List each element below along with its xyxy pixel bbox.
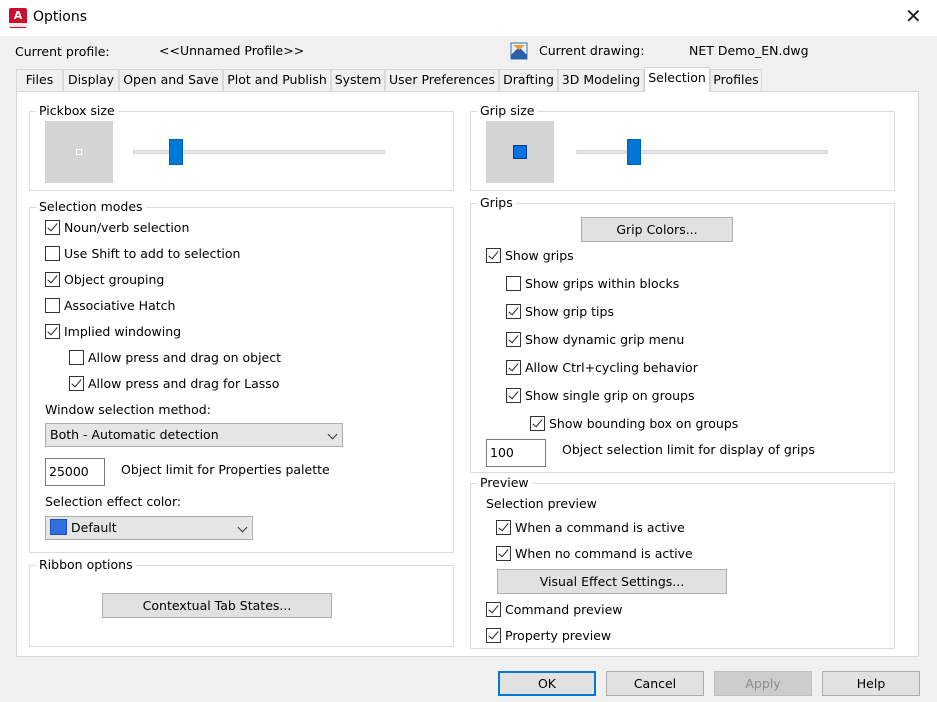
- ctrl-cycling-checkbox[interactable]: [506, 360, 521, 375]
- current-drawing-label: Current drawing:: [539, 43, 645, 58]
- contextual-tab-states-button[interactable]: Contextual Tab States...: [102, 593, 332, 618]
- associative-hatch-label: Associative Hatch: [64, 298, 176, 313]
- single-grip-groups-label: Show single grip on groups: [525, 388, 695, 403]
- grips-within-blocks-label: Show grips within blocks: [525, 276, 680, 291]
- show-grips-label: Show grips: [505, 248, 574, 263]
- command-preview-label: Command preview: [505, 602, 623, 617]
- window-method-label: Window selection method:: [45, 402, 211, 417]
- grip-tips-checkbox[interactable]: [506, 304, 521, 319]
- effect-color-select[interactable]: Default: [45, 516, 253, 540]
- tab-system[interactable]: System: [331, 69, 385, 91]
- implied-windowing-checkbox[interactable]: [45, 324, 60, 339]
- tab-open-and-save[interactable]: Open and Save: [119, 69, 223, 91]
- grip-tips-label: Show grip tips: [525, 304, 614, 319]
- apply-button[interactable]: Apply: [714, 671, 812, 696]
- no-command-active-label: When no command is active: [515, 546, 693, 561]
- noun-verb-checkbox[interactable]: [45, 220, 60, 235]
- window-method-value: Both - Automatic detection: [50, 427, 219, 442]
- grip-colors-button[interactable]: Grip Colors...: [581, 217, 733, 242]
- window-method-select[interactable]: Both - Automatic detection: [45, 423, 343, 447]
- show-grips-checkbox[interactable]: [486, 248, 501, 263]
- press-drag-object-label: Allow press and drag on object: [88, 350, 282, 365]
- dynamic-grip-menu-checkbox[interactable]: [506, 332, 521, 347]
- grip-slider-track[interactable]: [576, 150, 828, 154]
- object-grouping-checkbox[interactable]: [45, 272, 60, 287]
- current-profile-label: Current profile:: [15, 44, 110, 59]
- drawing-file-icon: [510, 41, 528, 61]
- bounding-box-groups-checkbox[interactable]: [530, 416, 545, 431]
- associative-hatch-checkbox[interactable]: [45, 298, 60, 313]
- use-shift-label: Use Shift to add to selection: [64, 246, 241, 261]
- grips-title: Grips: [477, 195, 516, 210]
- command-preview-checkbox[interactable]: [486, 602, 501, 617]
- dynamic-grip-menu-label: Show dynamic grip menu: [525, 332, 685, 347]
- pickbox-preview: [45, 121, 113, 183]
- chevron-down-icon: [327, 429, 338, 440]
- object-limit-label: Object limit for Properties palette: [121, 462, 330, 477]
- ok-button[interactable]: OK: [498, 671, 596, 696]
- implied-windowing-label: Implied windowing: [64, 324, 182, 339]
- press-drag-lasso-checkbox[interactable]: [69, 376, 84, 391]
- color-swatch-icon: [50, 519, 67, 535]
- grips-within-blocks-checkbox[interactable]: [506, 276, 521, 291]
- no-command-active-checkbox[interactable]: [496, 546, 511, 561]
- grip-slider-thumb[interactable]: [627, 139, 641, 165]
- tab-display[interactable]: Display: [63, 69, 119, 91]
- tab-3d-modeling[interactable]: 3D Modeling: [558, 69, 644, 91]
- tab-drafting[interactable]: Drafting: [499, 69, 558, 91]
- object-limit-input[interactable]: 25000: [45, 458, 105, 486]
- property-preview-checkbox[interactable]: [486, 628, 501, 643]
- close-icon[interactable]: ✕: [905, 6, 922, 26]
- ribbon-options-title: Ribbon options: [36, 557, 136, 572]
- command-active-label: When a command is active: [515, 520, 685, 535]
- grip-limit-label: Object selection limit for display of gr…: [562, 442, 815, 457]
- pickbox-size-title: Pickbox size: [36, 103, 118, 118]
- tab-selection[interactable]: Selection: [644, 67, 710, 92]
- bounding-box-groups-label: Show bounding box on groups: [549, 416, 739, 431]
- autocad-app-icon: A: [9, 8, 27, 28]
- command-active-checkbox[interactable]: [496, 520, 511, 535]
- pickbox-square-icon: [76, 149, 82, 155]
- help-button[interactable]: Help: [822, 671, 920, 696]
- grip-square-icon: [513, 145, 527, 159]
- cancel-button[interactable]: Cancel: [606, 671, 704, 696]
- property-preview-label: Property preview: [505, 628, 612, 643]
- press-drag-lasso-label: Allow press and drag for Lasso: [88, 376, 280, 391]
- current-profile-value: <<Unnamed Profile>>: [159, 43, 305, 58]
- ctrl-cycling-label: Allow Ctrl+cycling behavior: [525, 360, 698, 375]
- tab-plot-and-publish[interactable]: Plot and Publish: [223, 69, 331, 91]
- title-bar: [0, 0, 937, 36]
- tab-files[interactable]: Files: [16, 69, 63, 91]
- current-drawing-value: NET Demo_EN.dwg: [689, 43, 809, 58]
- tab-profiles[interactable]: Profiles: [710, 69, 762, 91]
- effect-color-label: Selection effect color:: [45, 494, 182, 509]
- effect-color-value: Default: [71, 520, 117, 535]
- visual-effect-settings-button[interactable]: Visual Effect Settings...: [497, 569, 727, 594]
- tab-user-preferences[interactable]: User Preferences: [385, 69, 499, 91]
- selection-preview-label: Selection preview: [486, 496, 597, 511]
- use-shift-checkbox[interactable]: [45, 246, 60, 261]
- single-grip-groups-checkbox[interactable]: [506, 388, 521, 403]
- object-grouping-label: Object grouping: [64, 272, 165, 287]
- noun-verb-label: Noun/verb selection: [64, 220, 190, 235]
- grip-limit-input[interactable]: 100: [486, 439, 546, 467]
- grip-size-title: Grip size: [477, 103, 538, 118]
- press-drag-object-checkbox[interactable]: [69, 350, 84, 365]
- selection-modes-title: Selection modes: [36, 199, 146, 214]
- preview-title: Preview: [477, 475, 532, 490]
- grip-preview: [486, 121, 554, 183]
- pickbox-slider-thumb[interactable]: [169, 139, 183, 165]
- window-title: Options: [33, 9, 88, 25]
- chevron-down-icon: [237, 522, 248, 533]
